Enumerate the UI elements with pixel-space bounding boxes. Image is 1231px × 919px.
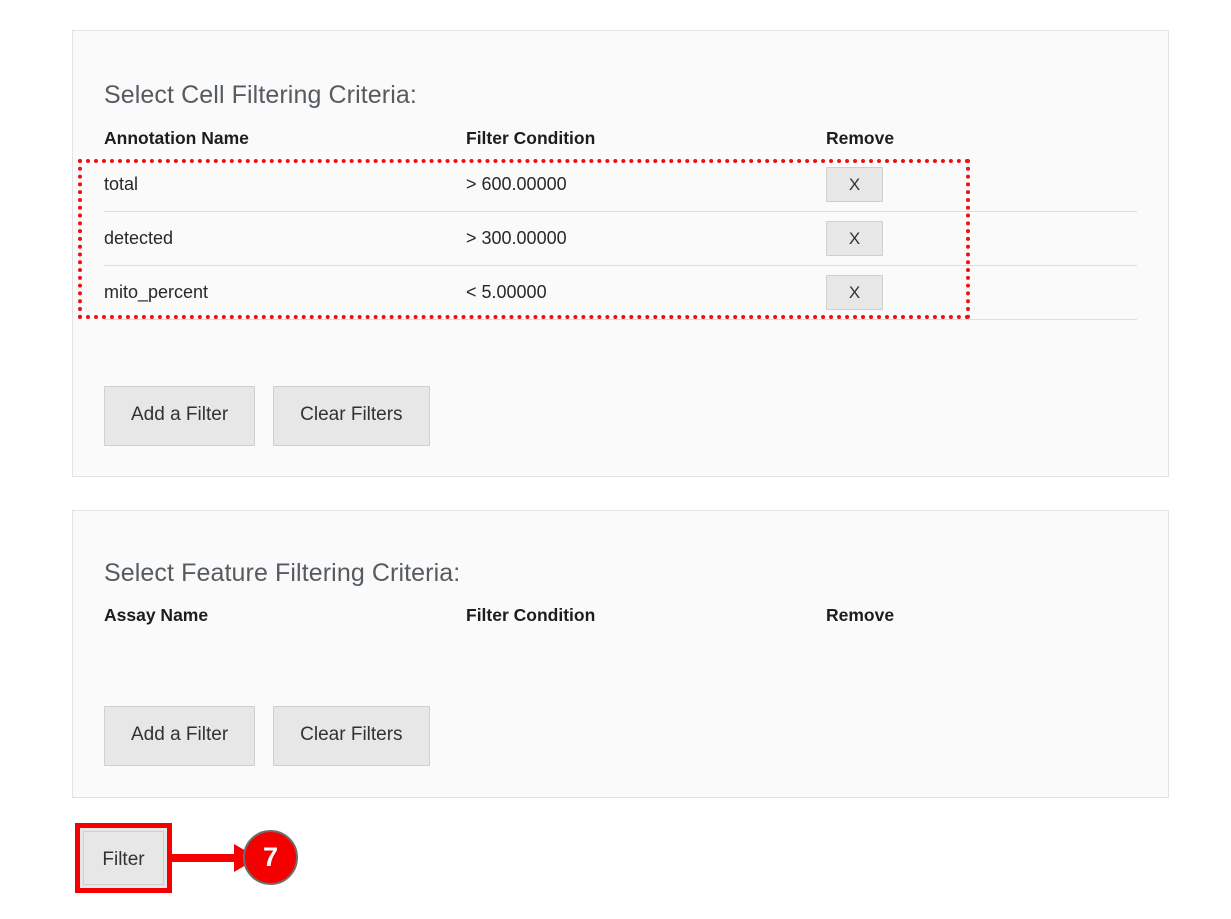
clear-filters-button[interactable]: Clear Filters <box>273 706 429 766</box>
feature-filter-actions: Add a Filter Clear Filters <box>104 706 430 766</box>
remove-filter-button[interactable]: X <box>826 221 883 256</box>
cell-filter-condition: < 5.00000 <box>466 266 826 320</box>
column-header-filter-condition: Filter Condition <box>466 128 826 158</box>
step-number-badge: 7 <box>243 830 298 885</box>
cell-filter-table: Annotation Name Filter Condition Remove … <box>104 128 1137 320</box>
feature-filtering-panel: Select Feature Filtering Criteria: Assay… <box>72 510 1169 798</box>
remove-filter-button[interactable]: X <box>826 167 883 202</box>
cell-filter-condition: > 300.00000 <box>466 212 826 266</box>
column-header-filter-condition: Filter Condition <box>466 605 826 634</box>
filter-button[interactable]: Filter <box>83 831 164 885</box>
column-header-remove: Remove <box>826 605 1137 634</box>
feature-filter-table-header-row: Assay Name Filter Condition Remove <box>104 605 1137 634</box>
cell-filter-name: detected <box>104 212 466 266</box>
column-header-assay-name: Assay Name <box>104 605 466 634</box>
clear-filters-button[interactable]: Clear Filters <box>273 386 429 446</box>
filter-button-highlight-box: Filter <box>75 823 172 893</box>
feature-filtering-title: Select Feature Filtering Criteria: <box>104 559 460 588</box>
cell-filter-table-header-row: Annotation Name Filter Condition Remove <box>104 128 1137 158</box>
cell-filter-name: mito_percent <box>104 266 466 320</box>
cell-filtering-panel: Select Cell Filtering Criteria: Annotati… <box>72 30 1169 477</box>
cell-filter-actions: Add a Filter Clear Filters <box>104 386 430 446</box>
add-a-filter-button[interactable]: Add a Filter <box>104 706 255 766</box>
cell-filter-remove-cell: X <box>826 158 1137 212</box>
table-row: detected > 300.00000 X <box>104 212 1137 266</box>
table-row: mito_percent < 5.00000 X <box>104 266 1137 320</box>
column-header-remove: Remove <box>826 128 1137 158</box>
remove-filter-button[interactable]: X <box>826 275 883 310</box>
cell-filtering-title: Select Cell Filtering Criteria: <box>104 81 417 110</box>
column-header-annotation-name: Annotation Name <box>104 128 466 158</box>
cell-filter-remove-cell: X <box>826 212 1137 266</box>
cell-filter-name: total <box>104 158 466 212</box>
cell-filter-remove-cell: X <box>826 266 1137 320</box>
add-a-filter-button[interactable]: Add a Filter <box>104 386 255 446</box>
cell-filter-condition: > 600.00000 <box>466 158 826 212</box>
feature-filter-table: Assay Name Filter Condition Remove <box>104 605 1137 634</box>
table-row: total > 600.00000 X <box>104 158 1137 212</box>
